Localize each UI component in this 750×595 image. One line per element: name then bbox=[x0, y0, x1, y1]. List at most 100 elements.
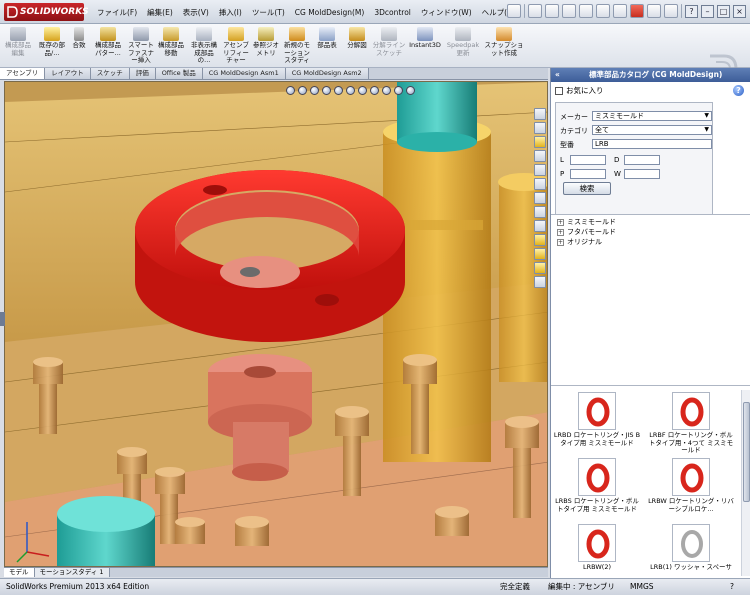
menu-insert[interactable]: 挿入(I) bbox=[214, 7, 247, 18]
tab-sketch[interactable]: スケッチ bbox=[90, 68, 130, 79]
help-icon[interactable]: ? bbox=[730, 579, 734, 595]
filter-icon[interactable] bbox=[534, 234, 546, 246]
cmd-smart-fastener[interactable]: スマートファスナー挿入 bbox=[126, 27, 156, 65]
menu-file[interactable]: ファイル(F) bbox=[92, 7, 142, 18]
menu-window[interactable]: ウィンドウ(W) bbox=[416, 7, 477, 18]
hide-show-icon[interactable] bbox=[358, 86, 367, 95]
search-button[interactable]: 検索 bbox=[563, 182, 611, 195]
cmd-explode-line[interactable]: 分解ラインスケッチ bbox=[372, 27, 406, 57]
monitor-icon[interactable] bbox=[406, 86, 415, 95]
feature-tree-handle[interactable] bbox=[0, 312, 5, 326]
menu-cgmold[interactable]: CG MoldDesign(M) bbox=[290, 8, 370, 17]
restore-icon[interactable]: □ bbox=[717, 4, 730, 18]
solidworks-logo[interactable]: SOLIDWORKS bbox=[4, 3, 89, 21]
expand-icon[interactable]: + bbox=[557, 238, 564, 246]
previous-view-icon[interactable] bbox=[310, 86, 319, 95]
expand-icon[interactable]: + bbox=[557, 218, 564, 226]
tab-model[interactable]: モデル bbox=[4, 568, 35, 577]
menu-edit[interactable]: 編集(E) bbox=[142, 7, 178, 18]
file-explorer-icon[interactable] bbox=[534, 150, 546, 162]
zoom-fit-icon[interactable] bbox=[286, 86, 295, 95]
view-settings-icon[interactable] bbox=[394, 86, 403, 95]
display-style-icon[interactable] bbox=[346, 86, 355, 95]
question-icon[interactable]: ? bbox=[733, 85, 744, 96]
rebuild-icon[interactable] bbox=[630, 4, 644, 18]
category-select[interactable]: 全て ▼ bbox=[592, 125, 712, 135]
cmd-assembly-feature[interactable]: アセンブリフィーチャー bbox=[222, 27, 250, 65]
tab-cg-asm1[interactable]: CG MoldDesign Asm1 bbox=[202, 68, 286, 79]
cmd-insert-component[interactable]: 既存の部品/... bbox=[36, 27, 68, 57]
cmd-snapshot[interactable]: スナップショット作成 bbox=[484, 27, 524, 57]
collapse-icon[interactable]: « bbox=[555, 68, 560, 82]
units-selector[interactable]: MMGS bbox=[630, 579, 654, 595]
close-icon[interactable]: × bbox=[733, 4, 746, 18]
scroll-thumb[interactable] bbox=[743, 402, 750, 502]
cmd-hide-component[interactable]: 非表示構成部品の... bbox=[188, 27, 220, 65]
menu-view[interactable]: 表示(V) bbox=[178, 7, 214, 18]
cmd-instant3d[interactable]: Instant3D bbox=[408, 27, 442, 50]
menu-3dcontrol[interactable]: 3Dcontrol bbox=[369, 8, 416, 17]
catalog-icon[interactable] bbox=[534, 220, 546, 232]
options-icon[interactable] bbox=[664, 4, 678, 18]
apply-scene-icon[interactable] bbox=[382, 86, 391, 95]
cmd-bom[interactable]: 部品表 bbox=[314, 27, 340, 50]
result-item[interactable]: LRBW ロケートリング・リバーシブルロケ... bbox=[647, 458, 735, 513]
tab-cg-asm2[interactable]: CG MoldDesign Asm2 bbox=[285, 68, 369, 79]
pin-icon[interactable] bbox=[507, 4, 521, 18]
result-item[interactable]: LRBW(2) bbox=[553, 524, 641, 572]
tree-item-misumi[interactable]: + ミスミモールド bbox=[551, 217, 750, 227]
save-icon[interactable] bbox=[562, 4, 576, 18]
design-library-icon[interactable] bbox=[534, 136, 546, 148]
tab-evaluate[interactable]: 評価 bbox=[129, 68, 156, 79]
param-l-input[interactable] bbox=[570, 155, 606, 165]
help-search-icon[interactable]: ? bbox=[685, 4, 698, 18]
search-icon[interactable] bbox=[534, 164, 546, 176]
favorites-checkbox[interactable] bbox=[555, 86, 563, 95]
cmd-reference-geometry[interactable]: 参照ジオメトリ bbox=[252, 27, 280, 57]
param-d-input[interactable] bbox=[624, 155, 660, 165]
result-item[interactable]: LRBF ロケートリング・ボルトタイプ用・4つて ミスミモールド bbox=[647, 392, 735, 455]
minimize-icon[interactable]: – bbox=[701, 4, 714, 18]
appearances-icon[interactable] bbox=[534, 192, 546, 204]
maker-select[interactable]: ミスミモールド ▼ bbox=[592, 111, 712, 121]
param-w-input[interactable] bbox=[624, 169, 660, 179]
select-arrow-icon[interactable] bbox=[613, 4, 627, 18]
new-document-icon[interactable] bbox=[528, 4, 542, 18]
resources-icon[interactable] bbox=[534, 122, 546, 134]
custom-properties-icon[interactable] bbox=[534, 206, 546, 218]
plugin-icon[interactable] bbox=[534, 276, 546, 288]
cmd-motion-study[interactable]: 新規のモーションスタディ bbox=[282, 27, 312, 65]
result-item[interactable]: LRBS ロケートリング・ボルトタイプ用 ミスミモールド bbox=[553, 458, 641, 513]
graphics-area[interactable] bbox=[4, 81, 548, 567]
file-properties-icon[interactable] bbox=[647, 4, 661, 18]
mold-icon[interactable] bbox=[534, 248, 546, 260]
tab-layout[interactable]: レイアウト bbox=[45, 68, 91, 79]
results-scrollbar[interactable] bbox=[741, 390, 750, 576]
print-icon[interactable] bbox=[579, 4, 593, 18]
param-p-input[interactable] bbox=[570, 169, 606, 179]
tab-motion-study[interactable]: モーションスタディ 1 bbox=[34, 568, 110, 577]
tool-icon[interactable] bbox=[534, 262, 546, 274]
home-icon[interactable] bbox=[534, 108, 546, 120]
cmd-exploded-view[interactable]: 分解図 bbox=[344, 27, 370, 50]
tab-assembly[interactable]: アセンブリ bbox=[0, 68, 46, 79]
cmd-mate[interactable]: 合致 bbox=[68, 27, 90, 50]
undo-icon[interactable] bbox=[596, 4, 610, 18]
zoom-area-icon[interactable] bbox=[298, 86, 307, 95]
cmd-edit-component[interactable]: 構成部品編集 bbox=[3, 27, 33, 57]
menu-tools[interactable]: ツール(T) bbox=[247, 7, 290, 18]
result-item[interactable]: LRB(1) ワッシャ・スペーサ bbox=[647, 524, 735, 572]
model-number-input[interactable]: LRB bbox=[592, 139, 712, 149]
tree-item-futaba[interactable]: + フタバモールド bbox=[551, 227, 750, 237]
view-orientation-icon[interactable] bbox=[334, 86, 343, 95]
expand-icon[interactable]: + bbox=[557, 228, 564, 236]
section-view-icon[interactable] bbox=[322, 86, 331, 95]
tree-item-original[interactable]: + オリジナル bbox=[551, 237, 750, 247]
cmd-component-pattern[interactable]: 構成部品パター... bbox=[92, 27, 124, 57]
cmd-speedpak[interactable]: Speedpak更新 bbox=[446, 27, 480, 57]
favorites-checkbox-row[interactable]: お気に入り bbox=[555, 85, 604, 96]
cmd-move-component[interactable]: 構成部品移動 bbox=[156, 27, 186, 57]
tab-office[interactable]: Office 製品 bbox=[155, 68, 203, 79]
edit-appearance-icon[interactable] bbox=[370, 86, 379, 95]
view-palette-icon[interactable] bbox=[534, 178, 546, 190]
